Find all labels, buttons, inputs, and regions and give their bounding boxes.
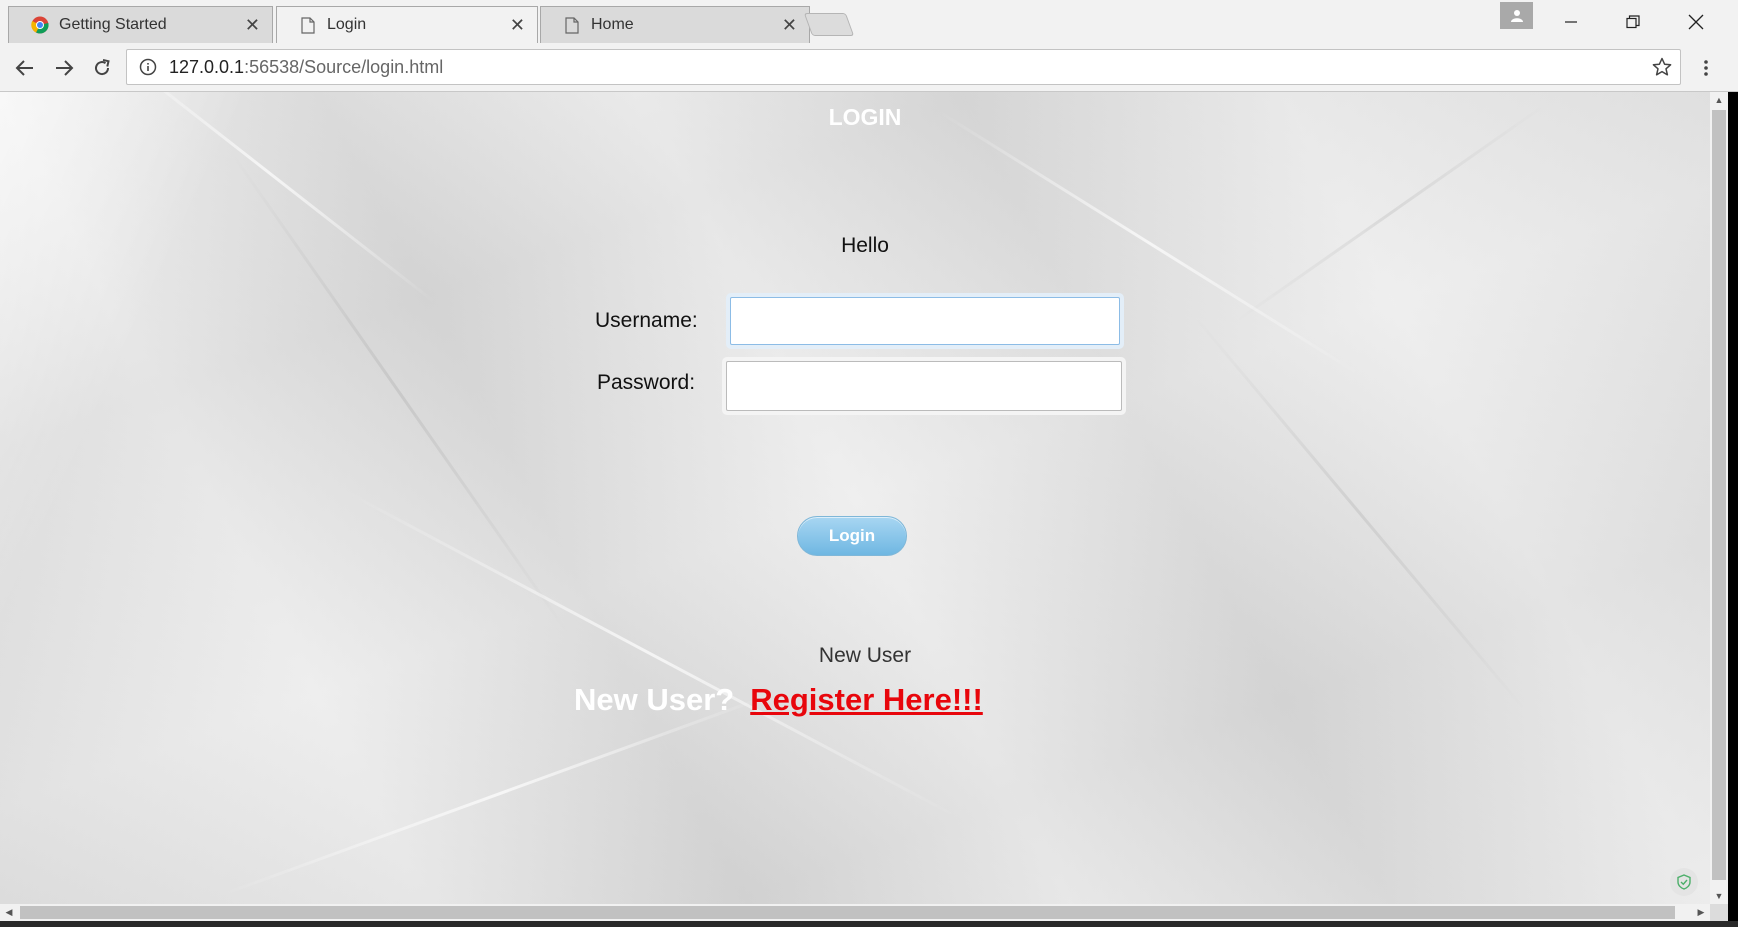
forward-arrow-icon bbox=[56, 60, 74, 76]
restore-button[interactable] bbox=[1618, 8, 1648, 36]
username-input[interactable] bbox=[730, 297, 1120, 345]
page-viewport: LOGIN Hello Username: Password: Login Ne… bbox=[0, 92, 1710, 904]
fabric-texture bbox=[226, 146, 574, 641]
bookmark-star-icon[interactable] bbox=[1652, 57, 1672, 77]
forward-button[interactable] bbox=[50, 54, 78, 82]
info-icon[interactable] bbox=[139, 58, 157, 76]
password-label: Password: bbox=[597, 371, 696, 394]
close-icon bbox=[1688, 14, 1704, 30]
browser-window: Getting Started ✕ Home ✕ Login ✕ 127.0.0… bbox=[0, 0, 1738, 927]
greeting-text: Hello bbox=[841, 234, 889, 257]
taskbar-edge bbox=[0, 921, 1738, 927]
username-label: Username: bbox=[595, 309, 698, 332]
scroll-up-icon[interactable]: ▲ bbox=[1710, 92, 1728, 108]
register-link[interactable]: Register Here!!! bbox=[750, 682, 983, 717]
vertical-scrollbar[interactable]: ▲ ▼ bbox=[1710, 92, 1728, 904]
scroll-left-icon[interactable]: ◀ bbox=[0, 904, 18, 920]
url-path: :56538/Source/login.html bbox=[244, 56, 444, 77]
horizontal-scroll-thumb[interactable] bbox=[20, 906, 1675, 919]
scrollbar-corner bbox=[1710, 904, 1728, 921]
person-icon bbox=[1510, 9, 1523, 22]
chrome-icon bbox=[31, 16, 49, 34]
fabric-texture bbox=[1233, 103, 1547, 324]
password-field-wrapper bbox=[722, 357, 1126, 415]
close-window-button[interactable] bbox=[1681, 8, 1711, 36]
tab-label: Getting Started bbox=[59, 16, 167, 33]
fabric-texture bbox=[217, 689, 783, 898]
login-button[interactable]: Login bbox=[797, 516, 907, 556]
back-arrow-icon bbox=[15, 60, 33, 76]
horizontal-scrollbar[interactable]: ◀ ▶ bbox=[0, 904, 1710, 921]
back-button[interactable] bbox=[11, 54, 39, 82]
tab-getting-started[interactable]: Getting Started ✕ bbox=[8, 6, 273, 43]
register-line: New User? Register Here!!! bbox=[574, 682, 983, 718]
minimize-button[interactable] bbox=[1556, 8, 1586, 36]
restore-icon bbox=[1626, 15, 1640, 29]
new-user-text: New User bbox=[818, 644, 912, 667]
reload-icon bbox=[95, 59, 110, 76]
page-title: LOGIN bbox=[828, 104, 902, 130]
scroll-right-icon[interactable]: ▶ bbox=[1692, 904, 1710, 920]
username-field-wrapper bbox=[726, 293, 1124, 349]
tab-label: Home bbox=[591, 16, 634, 33]
tab-label: Login bbox=[327, 16, 367, 33]
close-icon[interactable]: ✕ bbox=[510, 16, 525, 34]
tab-strip: Getting Started ✕ Home ✕ Login ✕ bbox=[0, 0, 1738, 43]
reload-button[interactable] bbox=[88, 54, 116, 82]
password-input[interactable] bbox=[726, 361, 1122, 411]
browser-toolbar: 127.0.0.1:56538/Source/login.html bbox=[0, 43, 1738, 92]
close-icon[interactable]: ✕ bbox=[245, 16, 260, 34]
vertical-scroll-thumb[interactable] bbox=[1712, 110, 1726, 880]
minimize-icon bbox=[1565, 21, 1577, 23]
page-icon bbox=[563, 16, 581, 34]
more-vert-icon bbox=[1704, 60, 1708, 76]
new-tab-button[interactable] bbox=[803, 13, 855, 36]
tab-home[interactable]: Home ✕ bbox=[540, 6, 810, 43]
menu-button[interactable] bbox=[1692, 54, 1720, 82]
tab-login[interactable]: Login ✕ bbox=[276, 6, 538, 43]
register-prompt: New User? bbox=[574, 682, 735, 717]
address-bar[interactable]: 127.0.0.1:56538/Source/login.html bbox=[126, 49, 1681, 85]
profile-button[interactable] bbox=[1500, 2, 1533, 29]
scroll-down-icon[interactable]: ▼ bbox=[1710, 888, 1728, 904]
extension-shield-icon[interactable] bbox=[1670, 868, 1698, 896]
close-icon[interactable]: ✕ bbox=[782, 16, 797, 34]
page-icon bbox=[299, 16, 317, 34]
url-host: 127.0.0.1 bbox=[169, 56, 245, 77]
